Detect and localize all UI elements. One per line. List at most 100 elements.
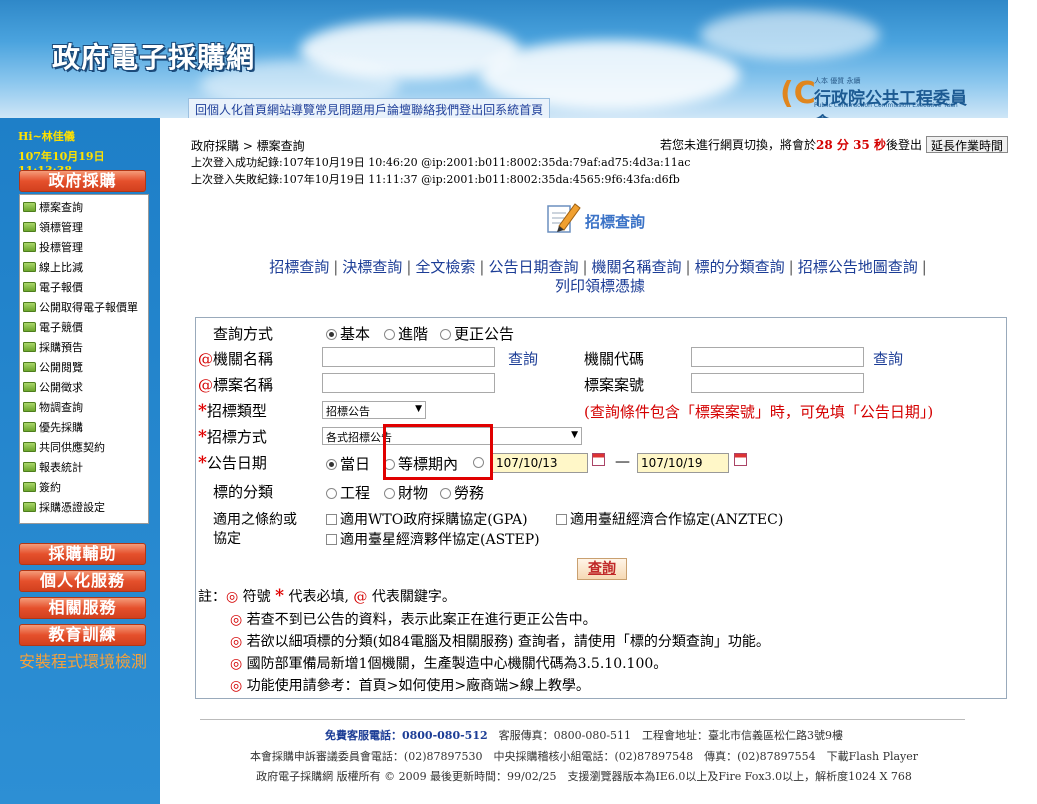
radio-icon	[384, 329, 395, 340]
agency-name-label: @機關名稱	[198, 348, 273, 369]
tab-date-query[interactable]: 公告日期查詢	[488, 258, 578, 276]
tab-category-query[interactable]: 標的分類查詢	[695, 258, 785, 276]
menu-label: 報表統計	[39, 461, 83, 474]
tab-award-query[interactable]: 決標查詢	[342, 258, 402, 276]
label-text: 標案名稱	[213, 376, 274, 394]
menu-label: 優先採購	[39, 421, 83, 434]
top-nav: 回個人化首頁 網站導覽 常見問題 用戶論壇 聯絡我們 登出 回系統首頁	[188, 98, 551, 118]
folder-icon	[23, 402, 36, 412]
topnav-sitemap[interactable]: 網站導覽	[267, 101, 315, 117]
query-mode-basic[interactable]: 基本	[326, 323, 370, 344]
agency-name-query-link[interactable]: 查詢	[508, 348, 538, 369]
category-works[interactable]: 工程	[326, 482, 370, 503]
tab-agency-query[interactable]: 機關名稱查詢	[592, 258, 682, 276]
extend-session-button[interactable]: 延長作業時間	[925, 136, 1008, 153]
footer-line-1: 免費客服電話：0800-080-512 客服傳真：0800-080-511 工程…	[160, 727, 1008, 743]
separator: |	[921, 258, 927, 276]
folder-icon	[23, 482, 36, 492]
radio-icon	[440, 488, 451, 499]
sidebar-item-e-quote[interactable]: 電子報價	[20, 277, 148, 297]
topnav-faq[interactable]: 常見問題	[315, 101, 363, 117]
radio-icon	[326, 488, 337, 499]
agency-logo[interactable]: (C 人本 優質 永續 行政院公共工程委員會 Public Constructi…	[780, 74, 980, 118]
note-line-4: ◎ 國防部軍備局新增1個機關，生產製造中心機關代碼為3.5.10.100。	[230, 653, 667, 673]
sidebar-item-e-auction[interactable]: 電子競價	[20, 317, 148, 337]
agency-name-input[interactable]	[322, 347, 495, 367]
checkbox-label: 適用WTO政府採購協定(GPA)	[340, 512, 528, 528]
query-mode-advanced[interactable]: 進階	[384, 323, 428, 344]
sidebar-item-bid-doc[interactable]: 領標管理	[20, 217, 148, 237]
label-text: 機關名稱	[213, 350, 274, 368]
query-mode-correction[interactable]: 更正公告	[440, 323, 514, 344]
sidebar-item-public-request[interactable]: 公開徵求	[20, 377, 148, 397]
footer-divider	[200, 719, 965, 720]
tab-fulltext-search[interactable]: 全文檢索	[415, 258, 475, 276]
tab-tender-query[interactable]: 招標查詢	[269, 258, 329, 276]
tender-hint: (查詢條件包含「標案案號」時，可免填「公告日期」)	[584, 403, 934, 421]
tab-print-receipt[interactable]: 列印領標憑據	[555, 277, 645, 295]
sidebar-item-price-query[interactable]: 物調查詢	[20, 397, 148, 417]
folder-icon	[23, 462, 36, 472]
tender-method-label: *招標方式	[198, 426, 267, 447]
topnav-forum[interactable]: 用戶論壇	[363, 101, 411, 117]
agency-code-input[interactable]	[691, 347, 864, 367]
sidebar-section-procurement[interactable]: 政府採購	[19, 170, 146, 192]
sidebar-item-public-view[interactable]: 公開閱覽	[20, 357, 148, 377]
label-text: 招標方式	[206, 428, 267, 446]
sidebar-item-preview[interactable]: 採購預告	[20, 337, 148, 357]
topnav-logout[interactable]: 登出	[459, 101, 483, 117]
sidebar-item-priority[interactable]: 優先採購	[20, 417, 148, 437]
sidebar-item-online-reduce[interactable]: 線上比減	[20, 257, 148, 277]
topnav-home[interactable]: 回個人化首頁	[195, 101, 267, 117]
install-check-link[interactable]: 安裝程式環境檢測	[18, 652, 148, 672]
radio-icon	[440, 329, 451, 340]
case-no-input[interactable]	[691, 373, 864, 393]
sidebar-item-public-quote[interactable]: 公開取得電子報價單	[20, 297, 148, 317]
sidebar-button-related[interactable]: 相關服務	[19, 597, 146, 619]
folder-icon	[23, 262, 36, 272]
date-separator: —	[615, 452, 630, 470]
date-from-input[interactable]: 107/10/13	[492, 453, 588, 473]
treaty-anztec[interactable]: 適用臺紐經濟合作協定(ANZTEC)	[556, 509, 783, 529]
date-to-input[interactable]: 107/10/19	[637, 453, 729, 473]
tender-type-select[interactable]: 招標公告	[322, 401, 426, 419]
radio-label: 勞務	[454, 484, 485, 502]
site-header: 政府電子採購網 (C 人本 優質 永續 行政院公共工程委員會 Public Co…	[0, 0, 1008, 118]
tab-map-query[interactable]: 招標公告地圖查詢	[798, 258, 918, 276]
sidebar-item-joint-contract[interactable]: 共同供應契約	[20, 437, 148, 457]
folder-icon	[23, 282, 36, 292]
checkbox-icon	[556, 514, 567, 525]
date-mode-today[interactable]: 當日	[326, 453, 370, 474]
category-goods[interactable]: 財物	[384, 482, 428, 503]
cloud-decoration	[700, 10, 880, 60]
note-line-3: ◎ 若欲以細項標的分類(如84電腦及相關服務) 查詢者，請使用「標的分類查詢」功…	[230, 631, 770, 651]
footer-text: 客服傳真：0800-080-511 工程會地址：臺北市信義區松仁路3號9樓	[498, 729, 844, 742]
sidebar-button-training[interactable]: 教育訓練	[19, 624, 146, 646]
topnav-contact[interactable]: 聯絡我們	[411, 101, 459, 117]
treaty-gpa[interactable]: 適用WTO政府採購協定(GPA)	[326, 509, 528, 529]
treaty-astep[interactable]: 適用臺星經濟夥伴協定(ASTEP)	[326, 529, 540, 549]
note-line-1: 註：◎ 符號 * 代表必填, @ 代表關鍵字。	[198, 586, 456, 606]
calendar-icon[interactable]	[734, 453, 747, 466]
agency-code-query-link[interactable]: 查詢	[873, 348, 903, 369]
sidebar-item-case-query[interactable]: 標案查詢	[20, 197, 148, 217]
sidebar-button-assist[interactable]: 採購輔助	[19, 543, 146, 565]
folder-icon	[23, 202, 36, 212]
radio-icon	[384, 488, 395, 499]
sidebar-item-bid-manage[interactable]: 投標管理	[20, 237, 148, 257]
page-title: 招標查詢	[585, 213, 646, 231]
category-services[interactable]: 勞務	[440, 482, 484, 503]
topnav-system-home[interactable]: 回系統首頁	[483, 101, 543, 117]
sidebar-item-certificate[interactable]: 採購憑證設定	[20, 497, 148, 517]
separator: |	[685, 258, 691, 276]
sidebar-item-contract[interactable]: 簽約	[20, 477, 148, 497]
calendar-icon[interactable]	[592, 453, 605, 466]
sidebar-item-reports[interactable]: 報表統計	[20, 457, 148, 477]
case-name-input[interactable]	[322, 373, 495, 393]
timeout-suffix: 後登出	[885, 138, 922, 152]
timeout-countdown: 28 分 35 秒	[816, 138, 886, 152]
sidebar-button-personal[interactable]: 個人化服務	[19, 570, 146, 592]
search-button[interactable]: 查詢	[577, 558, 627, 580]
category-label: 標的分類	[213, 483, 274, 501]
label-text: 招標類型	[206, 402, 267, 420]
